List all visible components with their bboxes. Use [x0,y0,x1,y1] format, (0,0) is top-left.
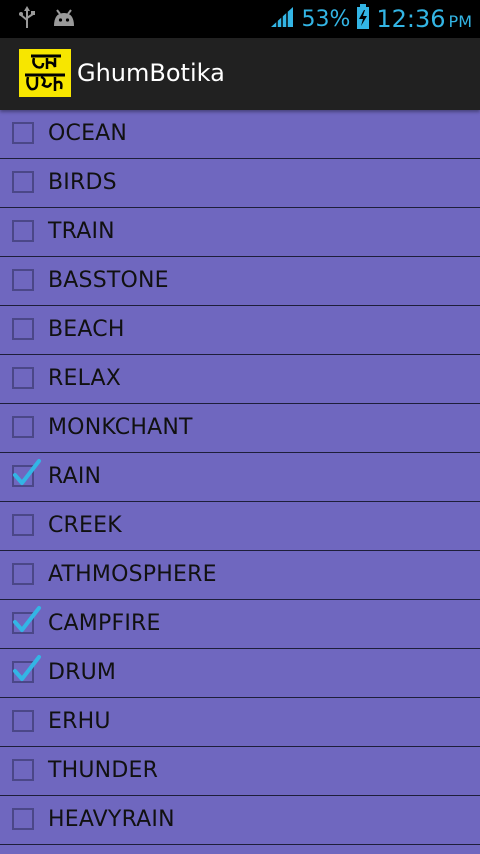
list-item[interactable]: DRUM [0,649,480,698]
check-icon [13,655,41,681]
checkbox[interactable] [12,808,34,830]
checkbox[interactable] [12,318,34,340]
list-item[interactable]: ERHU [0,698,480,747]
battery-charging-icon [356,4,370,34]
list-item[interactable]: CAMPFIRE [0,600,480,649]
checkbox-checked[interactable] [12,606,41,634]
checkbox[interactable] [12,171,34,193]
app-title: GhumBotika [77,59,225,87]
usb-icon [18,6,36,34]
app-logo[interactable] [19,49,71,97]
checkbox[interactable] [12,416,34,438]
sound-list: OCEAN BIRDS TRAIN BASSTONE BEACH RELAX MONKCHA… [0,110,480,845]
list-item-label: ATHMOSPHERE [48,562,217,587]
list-item-label: RAIN [48,464,102,489]
list-item[interactable]: BASSTONE [0,257,480,306]
list-item[interactable]: ATHMOSPHERE [0,551,480,600]
clock-ampm: PM [448,12,472,31]
list-item[interactable]: RELAX [0,355,480,404]
checkbox[interactable] [12,367,34,389]
checkbox[interactable] [12,269,34,291]
list-item-label: ERHU [48,709,111,734]
checkbox[interactable] [12,563,34,585]
list-item[interactable]: BEACH [0,306,480,355]
list-item-label: CAMPFIRE [48,611,161,636]
list-item-label: DRUM [48,660,117,685]
list-item-label: THUNDER [48,758,159,783]
list-item[interactable]: RAIN [0,453,480,502]
list-item[interactable]: MONKCHANT [0,404,480,453]
android-debug-icon [52,9,76,31]
status-bar: 53% 12:36 PM [0,0,480,38]
list-item-label: MONKCHANT [48,415,193,440]
checkbox-checked[interactable] [12,459,41,487]
list-item[interactable]: HEAVYRAIN [0,796,480,845]
action-bar: GhumBotika [0,38,480,110]
list-item[interactable]: THUNDER [0,747,480,796]
clock: 12:36 PM [376,5,472,33]
list-item[interactable]: OCEAN [0,110,480,159]
list-item-label: OCEAN [48,121,128,146]
checkbox[interactable] [12,122,34,144]
checkbox[interactable] [12,710,34,732]
checkbox[interactable] [12,220,34,242]
battery-percent: 53% [301,6,351,32]
list-item-label: TRAIN [48,219,115,244]
list-item[interactable]: CREEK [0,502,480,551]
list-item-label: HEAVYRAIN [48,807,175,832]
list-item-label: BIRDS [48,170,117,195]
checkbox-checked[interactable] [12,655,41,683]
check-icon [13,459,41,485]
list-item-label: BEACH [48,317,125,342]
list-item[interactable]: TRAIN [0,208,480,257]
signal-icon [269,5,295,33]
checkbox[interactable] [12,514,34,536]
clock-time: 12:36 [376,5,446,33]
list-item[interactable]: BIRDS [0,159,480,208]
check-icon [13,606,41,632]
checkbox[interactable] [12,759,34,781]
list-item-label: BASSTONE [48,268,169,293]
list-item-label: RELAX [48,366,122,391]
list-item-label: CREEK [48,513,122,538]
